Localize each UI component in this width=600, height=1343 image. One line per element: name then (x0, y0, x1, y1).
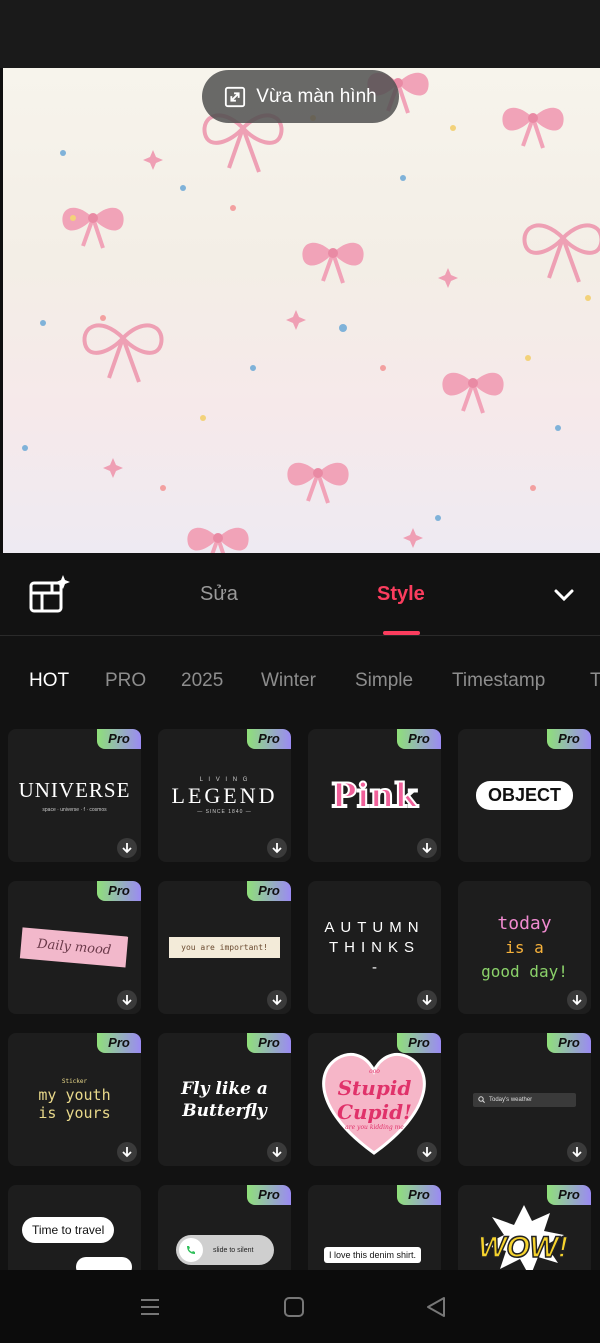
system-nav-bar (0, 1270, 600, 1343)
tile-text-3: - (372, 958, 377, 976)
style-tile-daily-mood[interactable]: Daily mood Pro (8, 881, 141, 1014)
tile-toptext: ooo (369, 1067, 380, 1075)
style-tile-pink[interactable]: Pink Pro (308, 729, 441, 862)
download-icon[interactable] (417, 990, 437, 1010)
download-icon[interactable] (117, 990, 137, 1010)
download-icon[interactable] (417, 838, 437, 858)
pro-badge: Pro (247, 1185, 291, 1205)
style-tile-object[interactable]: OBJECT Pro (458, 729, 591, 862)
tile-text: Stupid (337, 1075, 412, 1100)
style-tile-slide-to-silent[interactable]: slide to silent Pro (158, 1185, 291, 1270)
style-tile-fly-butterfly[interactable]: Fly like a Butterfly Pro (158, 1033, 291, 1166)
tile-text-2: THINKS (328, 938, 420, 956)
tile-text-3: good day! (481, 961, 568, 981)
pro-badge: Pro (397, 729, 441, 749)
style-tile-stupid-cupid[interactable]: ooo Stupid Cupid! are you kidding me Pro (308, 1033, 441, 1166)
tile-text: my youth (38, 1085, 111, 1104)
tile-text-2: Cupid! (337, 1099, 412, 1124)
tile-subtext: space · universe · f · cosmos (42, 807, 107, 813)
fit-screen-button[interactable]: Vừa màn hình (202, 70, 399, 123)
pro-badge: Pro (547, 1185, 591, 1205)
video-preview-canvas[interactable] (3, 68, 600, 553)
pro-badge: Pro (547, 729, 591, 749)
back-icon[interactable] (425, 1296, 447, 1318)
style-tile-time-to-travel[interactable]: Time to travel (8, 1185, 141, 1270)
tile-text-2: Butterfly (182, 1100, 267, 1121)
fit-screen-label: Vừa màn hình (256, 85, 377, 107)
style-tile-universe[interactable]: UNIVERSE space · universe · f · cosmos P… (8, 729, 141, 862)
pro-badge: Pro (397, 1033, 441, 1053)
tile-text: UNIVERSE (18, 778, 131, 802)
tile-text: WOW! (477, 1230, 568, 1265)
category-timestamp[interactable]: Timestamp (452, 670, 545, 692)
phone-icon (179, 1238, 203, 1262)
orange-emoji-bubble (76, 1257, 132, 1270)
tile-text: AUTUMN (324, 918, 425, 936)
pro-badge: Pro (247, 729, 291, 749)
tile-text: Fly like a (181, 1078, 268, 1099)
category-winter[interactable]: Winter (261, 670, 316, 692)
style-tile-autumn-thinks[interactable]: AUTUMN THINKS - (308, 881, 441, 1014)
slider-pill: slide to silent (176, 1235, 274, 1265)
category-more[interactable]: T (590, 670, 600, 692)
style-tile-my-youth[interactable]: Sticker my youth is yours Pro (8, 1033, 141, 1166)
editor-tab-bar: Sửa Style (0, 553, 600, 636)
tab-edit[interactable]: Sửa (200, 583, 238, 606)
style-tile-you-are-important[interactable]: you are important! Pro (158, 881, 291, 1014)
bow-pattern-background (22, 70, 600, 553)
tile-subtext: — SINCE 1840 — (197, 808, 252, 815)
download-icon[interactable] (267, 990, 287, 1010)
style-tile-todays-weather[interactable]: Today's weather Pro (458, 1033, 591, 1166)
tile-text: slide to silent (213, 1246, 254, 1254)
pro-badge: Pro (547, 1033, 591, 1053)
tile-text-2: is yours (38, 1103, 111, 1122)
recent-apps-icon[interactable] (139, 1296, 161, 1318)
category-tabs: HOT PRO 2025 Winter Simple Timestamp T (0, 668, 600, 698)
tile-text: I love this denim shirt. (324, 1247, 422, 1263)
tile-subtext: are you kidding me (345, 1123, 404, 1131)
style-tile-wow[interactable]: WOW! Pro (458, 1185, 591, 1270)
tile-text: Time to travel (22, 1217, 115, 1243)
tab-style[interactable]: Style (377, 583, 425, 606)
pro-badge: Pro (97, 1033, 141, 1053)
status-bar (0, 0, 600, 68)
home-icon[interactable] (283, 1296, 305, 1318)
search-icon (478, 1096, 485, 1103)
active-tab-indicator (383, 631, 420, 635)
tile-text: Pink (330, 775, 419, 817)
tile-text: OBJECT (475, 781, 573, 810)
style-tile-legend[interactable]: L I V I N G LEGEND — SINCE 1840 — Pro (158, 729, 291, 862)
category-pro[interactable]: PRO (105, 670, 146, 692)
style-tile-today-good-day[interactable]: today is a good day! (458, 881, 591, 1014)
download-icon[interactable] (267, 1142, 287, 1162)
tile-text: today (497, 912, 552, 934)
download-icon[interactable] (417, 1142, 437, 1162)
pro-badge: Pro (97, 881, 141, 901)
tile-text-2: is a (505, 937, 544, 957)
download-icon[interactable] (567, 1142, 587, 1162)
weather-search-bar: Today's weather (473, 1092, 576, 1107)
pro-badge: Pro (247, 1033, 291, 1053)
tile-text: LEGEND (171, 782, 278, 808)
tile-text: Today's weather (489, 1096, 533, 1103)
pro-badge: Pro (397, 1185, 441, 1205)
style-tile-denim-shirt[interactable]: I love this denim shirt. Pro (308, 1185, 441, 1270)
tile-toptext: Sticker (61, 1077, 88, 1085)
download-icon[interactable] (117, 838, 137, 858)
expand-icon (225, 86, 246, 107)
pro-badge: Pro (97, 729, 141, 749)
category-2025[interactable]: 2025 (181, 670, 223, 692)
category-simple[interactable]: Simple (355, 670, 413, 692)
download-icon[interactable] (117, 1142, 137, 1162)
pro-badge: Pro (247, 881, 291, 901)
download-icon[interactable] (567, 990, 587, 1010)
download-icon[interactable] (267, 838, 287, 858)
chevron-down-icon[interactable] (551, 582, 577, 608)
tile-text: Daily mood (20, 927, 129, 968)
templates-magic-icon[interactable] (28, 575, 70, 615)
category-hot[interactable]: HOT (29, 670, 69, 692)
tile-text: you are important! (169, 937, 280, 958)
